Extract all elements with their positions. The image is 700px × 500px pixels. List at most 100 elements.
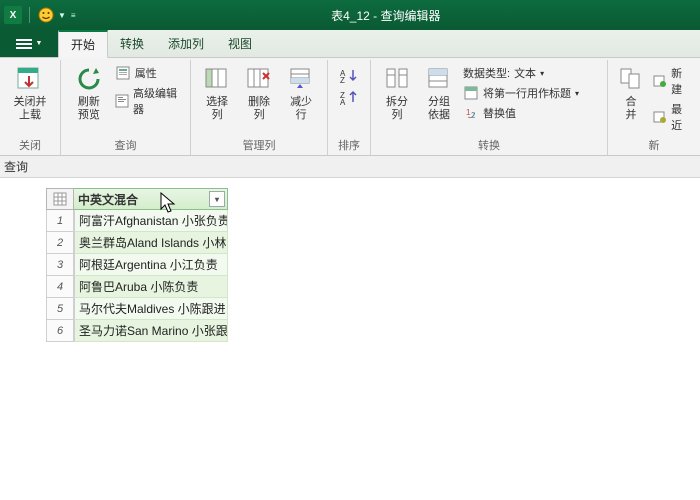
row-header[interactable]: 4 (46, 276, 74, 298)
row-header[interactable]: 1 (46, 210, 74, 232)
sort-asc-button[interactable]: AZ (339, 68, 359, 84)
chevron-down-icon: ▾ (215, 195, 219, 204)
select-all-corner[interactable] (46, 188, 74, 210)
sort-desc-icon: ZA (339, 90, 359, 106)
refresh-button[interactable]: 刷新 预览 (67, 62, 111, 124)
replace-values-label: 替换值 (483, 105, 516, 121)
group-close-label: 关闭 (6, 136, 54, 155)
qat-dropdown-icon[interactable]: ▼ (58, 11, 66, 20)
advanced-editor-icon (115, 93, 129, 109)
select-cols-button[interactable]: 选择 列 (197, 62, 237, 124)
group-transform-label: 转换 (377, 136, 601, 155)
group-query-label: 查询 (67, 136, 184, 155)
select-cols-label: 选择 列 (206, 96, 228, 122)
new-source-icon (652, 73, 667, 89)
split-col-label: 拆分 列 (386, 96, 408, 122)
new-source-button[interactable]: 新建 (650, 64, 694, 98)
table-header-icon (463, 85, 479, 101)
svg-text:Z: Z (340, 76, 345, 84)
excel-icon: X (4, 6, 22, 24)
recent-source-button[interactable]: 最近 (650, 100, 694, 134)
query-bar: 查询 (0, 156, 700, 178)
file-tab[interactable]: ▼ (0, 30, 58, 57)
replace-values-button[interactable]: 12 替换值 (461, 104, 601, 122)
chevron-down-icon: ▾ (575, 89, 579, 98)
merge-button[interactable]: 合 并 (614, 62, 648, 124)
datatype-button[interactable]: 数据类型: 文本 ▾ (461, 64, 601, 82)
cell-value: 阿鲁巴Aruba 小陈负责 (79, 278, 198, 295)
group-sort: AZ ZA 排序 (328, 60, 371, 155)
reduce-rows-button[interactable]: 减少 行 (281, 62, 321, 124)
remove-cols-button[interactable]: 删除 列 (239, 62, 279, 124)
sort-asc-icon: AZ (339, 68, 359, 84)
split-col-button[interactable]: 拆分 列 (377, 62, 417, 124)
properties-button[interactable]: 属性 (113, 64, 184, 82)
recent-source-icon (652, 109, 667, 125)
sort-desc-button[interactable]: ZA (339, 90, 359, 106)
close-load-label: 关闭并 上载 (14, 96, 47, 122)
window-title: 表4_12 - 查询编辑器 (76, 7, 696, 24)
group-close: 关闭并 上载 关闭 (0, 60, 61, 155)
remove-cols-icon (244, 64, 274, 94)
cell[interactable]: 圣马力诺San Marino 小张跟 (74, 320, 228, 342)
refresh-label: 刷新 预览 (78, 96, 100, 122)
close-load-button[interactable]: 关闭并 上载 (6, 62, 54, 124)
column-header[interactable]: 中英文混合 ▾ (74, 188, 228, 210)
table-icon (53, 192, 67, 206)
row-header[interactable]: 2 (46, 232, 74, 254)
new-source-label: 新建 (671, 65, 692, 97)
column-header-label: 中英文混合 (78, 191, 138, 208)
group-query: 刷新 预览 属性 高级编辑器 查询 (61, 60, 191, 155)
qat-divider (29, 7, 30, 23)
row-header[interactable]: 5 (46, 298, 74, 320)
file-drop-icon: ▼ (36, 40, 43, 47)
first-row-header-button[interactable]: 将第一行用作标题 ▾ (461, 84, 601, 102)
tab-addcolumn[interactable]: 添加列 (156, 30, 216, 57)
cell[interactable]: 奥兰群岛Aland Islands 小林负 (74, 232, 228, 254)
tab-transform[interactable]: 转换 (108, 30, 156, 57)
row-header[interactable]: 6 (46, 320, 74, 342)
smiley-icon[interactable] (37, 6, 55, 24)
merge-icon (616, 64, 646, 94)
cell-value: 阿富汗Afghanistan 小张负责 (79, 212, 228, 229)
data-grid: 中英文混合 ▾ 1 阿富汗Afghanistan 小张负责 2 奥兰群岛Alan… (0, 178, 700, 500)
remove-cols-label: 删除 列 (248, 96, 270, 122)
row-header[interactable]: 3 (46, 254, 74, 276)
replace-icon: 12 (463, 105, 479, 121)
ribbon: 关闭并 上载 关闭 刷新 预览 属性 高级编辑器 (0, 58, 700, 156)
group-merge-label: 新 (614, 136, 694, 155)
datatype-value: 文本 (514, 65, 536, 81)
reduce-rows-label: 减少 行 (290, 96, 312, 122)
advanced-editor-button[interactable]: 高级编辑器 (113, 84, 184, 118)
select-cols-icon (202, 64, 232, 94)
refresh-icon (74, 64, 104, 94)
file-menu-icon (16, 39, 32, 49)
tab-view[interactable]: 视图 (216, 30, 264, 57)
group-manage-cols-label: 管理列 (197, 136, 321, 155)
cell[interactable]: 阿鲁巴Aruba 小陈负责 (74, 276, 228, 298)
chevron-down-icon: ▾ (540, 69, 544, 78)
group-sort-label: 排序 (334, 136, 364, 155)
advanced-editor-label: 高级编辑器 (133, 85, 182, 117)
cell[interactable]: 马尔代夫Maldives 小陈跟进 (74, 298, 228, 320)
merge-label: 合 并 (626, 96, 637, 122)
tab-home[interactable]: 开始 (58, 30, 108, 58)
query-bar-label: 查询 (4, 158, 28, 175)
cell-value: 奥兰群岛Aland Islands 小林负 (79, 234, 228, 251)
groupby-button[interactable]: 分组 依据 (419, 62, 459, 124)
cell[interactable]: 阿富汗Afghanistan 小张负责 (74, 210, 228, 232)
close-load-icon (15, 64, 45, 94)
title-bar: X ▼ ≡ 表4_12 - 查询编辑器 (0, 0, 700, 30)
cell-value: 马尔代夫Maldives 小陈跟进 (79, 300, 226, 317)
datatype-label: 数据类型: (463, 65, 510, 81)
group-merge: 合 并 新建 最近 新 (608, 60, 700, 155)
tab-row: ▼ 开始 转换 添加列 视图 (0, 30, 700, 58)
cell-value: 圣马力诺San Marino 小张跟 (79, 322, 228, 339)
cell[interactable]: 阿根廷Argentina 小江负责 (74, 254, 228, 276)
column-filter-button[interactable]: ▾ (209, 191, 225, 207)
reduce-rows-icon (286, 64, 316, 94)
recent-source-label: 最近 (671, 101, 692, 133)
split-col-icon (382, 64, 412, 94)
first-row-header-label: 将第一行用作标题 (483, 85, 571, 101)
properties-icon (115, 65, 131, 81)
